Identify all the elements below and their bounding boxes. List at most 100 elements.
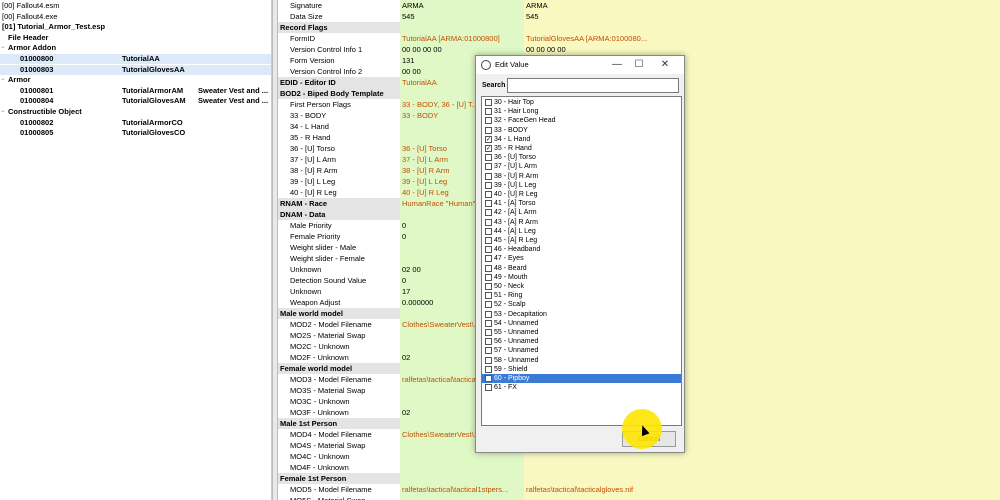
field-value[interactable]: 00 00 00 00: [524, 44, 1000, 55]
record-row[interactable]: MO5S - Material Swap: [278, 495, 1000, 500]
field-value[interactable]: [524, 22, 1000, 33]
field-value[interactable]: TutorialGlovesAA [ARMA:0100080...: [524, 33, 1000, 44]
flag-checkbox[interactable]: [485, 292, 492, 300]
tree-row[interactable]: +[00] Fallout4.esm: [0, 1, 271, 11]
tree-row[interactable]: 01000801 TutorialArmorAM Sweater Vest and …: [0, 86, 271, 96]
field-value[interactable]: ARMA: [400, 0, 524, 11]
flag-checkbox[interactable]: [485, 163, 492, 171]
flag-checkbox[interactable]: [485, 191, 492, 198]
tree-row[interactable]: [00] Fallout4.exe: [0, 12, 271, 22]
flag-checkbox[interactable]: [485, 319, 492, 327]
field-value[interactable]: 545: [524, 11, 1000, 22]
flag-list-item[interactable]: 32 - FaceGen Head: [482, 116, 681, 125]
tree-row[interactable]: − Constructible Object: [0, 107, 271, 117]
field-value[interactable]: [400, 462, 524, 473]
flag-checkbox[interactable]: [485, 117, 492, 125]
flag-list-item[interactable]: 58 - Unnamed: [482, 356, 681, 365]
flag-list-item[interactable]: 52 - Scalp: [482, 300, 681, 309]
flag-checkbox[interactable]: [485, 356, 492, 364]
search-input[interactable]: [507, 78, 679, 93]
record-row[interactable]: FormID TutorialAA [ARMA:01000800] Tutorial…: [278, 33, 1000, 44]
flag-list-item[interactable]: 41 - [A] Torso: [482, 199, 681, 208]
flag-checkbox[interactable]: [485, 264, 492, 272]
flag-list-item[interactable]: 40 - [U] R Leg: [482, 190, 681, 199]
tree-row[interactable]: − Armor Addon: [0, 43, 271, 53]
flag-list-item[interactable]: 38 - [U] R Arm: [482, 172, 681, 181]
flag-list-item[interactable]: 59 - Shield: [482, 365, 681, 374]
flag-list-item[interactable]: 44 - [A] L Leg: [482, 227, 681, 236]
tree-row[interactable]: 01000804 TutorialGlovesAM Sweater Vest and…: [0, 96, 271, 106]
field-value[interactable]: ralfetas\tactical\tacticalgloves.nif: [524, 484, 1000, 495]
tree-row[interactable]: − Armor: [0, 75, 271, 85]
flag-list-item[interactable]: 39 - [U] L Leg: [482, 181, 681, 190]
tree-row[interactable]: 01000803 TutorialGlovesAA: [0, 64, 271, 75]
record-row[interactable]: Signature ARMA ARMA: [278, 0, 1000, 11]
record-row[interactable]: Female 1st Person: [278, 473, 1000, 484]
tree-row[interactable]: 01000802 TutorialArmorCO: [0, 118, 271, 128]
tree-row[interactable]: −[01] Tutorial_Armor_Test.esp: [0, 22, 271, 32]
flag-checkbox[interactable]: [485, 283, 492, 290]
flag-checkbox[interactable]: [485, 246, 492, 254]
close-button[interactable]: ✕: [654, 57, 676, 73]
record-row[interactable]: MOD5 - Model Filename ralfetas\tactical\t…: [278, 484, 1000, 495]
navigation-tree[interactable]: +[00] Fallout4.esm[00] Fallout4.exe−[01]…: [0, 0, 272, 500]
record-row[interactable]: Data Size 545 545: [278, 11, 1000, 22]
tree-toggle-icon[interactable]: −: [1, 43, 5, 53]
flag-list-item[interactable]: 45 - [A] R Leg: [482, 236, 681, 245]
flag-checkbox[interactable]: [485, 227, 492, 235]
flag-list-item[interactable]: 46 - Headband: [482, 245, 681, 254]
flag-checkbox[interactable]: [485, 310, 492, 318]
field-value[interactable]: 00 00 00 00: [400, 44, 524, 55]
field-value[interactable]: [400, 495, 524, 500]
field-value[interactable]: [524, 495, 1000, 500]
flag-checkbox[interactable]: [485, 301, 492, 309]
record-row[interactable]: Record Flags: [278, 22, 1000, 33]
flag-checkbox[interactable]: [485, 375, 492, 382]
flag-list-item[interactable]: ✓ 34 - L Hand: [482, 135, 681, 144]
flag-list-item[interactable]: 55 - Unnamed: [482, 328, 681, 337]
record-row[interactable]: MO4F - Unknown: [278, 462, 1000, 473]
field-value[interactable]: TutorialAA [ARMA:01000800]: [400, 33, 524, 44]
flag-checkbox[interactable]: [485, 329, 492, 336]
tree-toggle-icon[interactable]: −: [1, 75, 5, 85]
flag-checkbox[interactable]: ✓: [485, 145, 492, 152]
flag-checkbox[interactable]: ✓: [485, 135, 492, 143]
flag-list-item[interactable]: 60 - Pipboy: [482, 374, 681, 384]
flag-list-item[interactable]: 61 - FX: [482, 383, 681, 392]
record-row[interactable]: Version Control Info 1 00 00 00 00 00 00 0…: [278, 44, 1000, 55]
flag-checkbox[interactable]: [485, 181, 492, 189]
field-value[interactable]: ralfetas\tactical\tactical1stpers...: [400, 484, 524, 495]
flag-list-item[interactable]: 33 - BODY: [482, 126, 681, 135]
flag-checkbox[interactable]: [485, 218, 492, 226]
flag-list-item[interactable]: 54 - Unnamed: [482, 319, 681, 328]
ok-button[interactable]: OK: [584, 431, 618, 447]
flag-checkbox[interactable]: [485, 255, 492, 263]
flag-list-item[interactable]: 31 - Hair Long: [482, 107, 681, 116]
flag-list-item[interactable]: 49 - Mouth: [482, 273, 681, 282]
flag-list-item[interactable]: 50 - Neck: [482, 282, 681, 291]
flag-list-item[interactable]: 30 - Hair Top: [482, 98, 681, 107]
flag-list-item[interactable]: 51 - Ring: [482, 291, 681, 300]
field-value[interactable]: 545: [400, 11, 524, 22]
flag-list-item[interactable]: 48 - Beard: [482, 264, 681, 273]
field-value[interactable]: [400, 473, 524, 484]
flag-checkbox[interactable]: [485, 209, 492, 217]
flag-list-item[interactable]: ✓ 35 - R Hand: [482, 144, 681, 153]
flag-checkbox[interactable]: [485, 99, 492, 106]
minimize-button[interactable]: —: [606, 57, 628, 73]
maximize-button[interactable]: ☐: [628, 57, 650, 73]
flag-list-item[interactable]: 57 - Unnamed: [482, 346, 681, 355]
flag-checkbox[interactable]: [485, 154, 492, 162]
flag-list-item[interactable]: 43 - [A] R Arm: [482, 218, 681, 227]
dialog-titlebar[interactable]: Edit Value — ☐ ✕: [476, 56, 684, 74]
flag-checkbox[interactable]: [485, 273, 492, 281]
tree-row[interactable]: File Header: [0, 33, 271, 43]
field-value[interactable]: [400, 22, 524, 33]
flag-checkbox[interactable]: [485, 384, 492, 392]
tree-toggle-icon[interactable]: −: [1, 107, 5, 117]
flag-list-item[interactable]: 56 - Unnamed: [482, 337, 681, 346]
flag-list-item[interactable]: 36 - [U] Torso: [482, 153, 681, 162]
flag-checkbox[interactable]: [485, 172, 492, 180]
field-value[interactable]: ARMA: [524, 0, 1000, 11]
flag-checkbox[interactable]: [485, 237, 492, 244]
